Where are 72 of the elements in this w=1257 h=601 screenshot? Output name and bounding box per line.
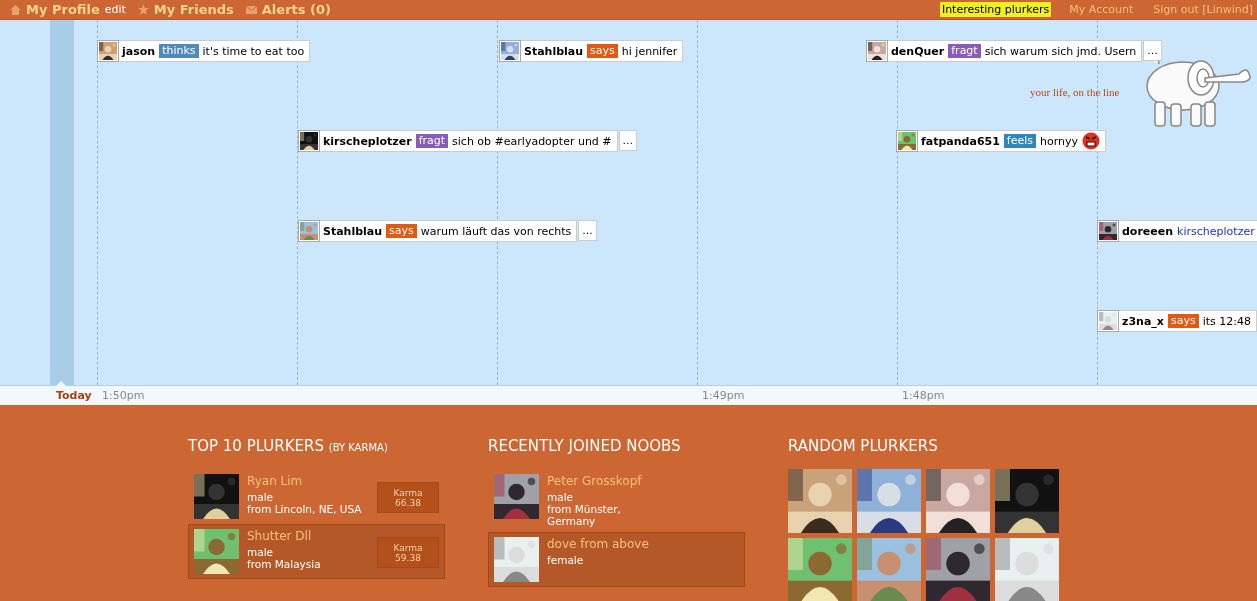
plurk-text: sich warum sich jmd. Usern bbox=[984, 44, 1137, 58]
karma-value: 59.38 bbox=[395, 552, 421, 563]
logo-tagline: your life, on the line bbox=[1030, 86, 1120, 98]
plurk-bubble[interactable]: denQuer fragt sich warum sich jmd. Usern bbox=[888, 40, 1143, 62]
username: z3na_x bbox=[1122, 314, 1164, 328]
plurker-row[interactable]: Peter Grosskopf male from Münster, Germany bbox=[488, 469, 745, 532]
karma-label: Karma bbox=[393, 487, 423, 498]
section-title: RECENTLY JOINED NOOBS bbox=[488, 437, 682, 455]
plurk-bubble[interactable]: z3na_x says its 12:48 bbox=[1119, 310, 1257, 332]
plurk-bubble[interactable]: kirscheplotzer fragt sich ob #earlyadopter und # bbox=[320, 130, 618, 152]
avatar[interactable] bbox=[1097, 220, 1119, 242]
username: fatpanda651 bbox=[921, 134, 1000, 148]
plurk-bubble[interactable]: fatpanda651 feels hornyy bbox=[918, 130, 1107, 152]
username: doreeen bbox=[1122, 224, 1174, 238]
star-icon bbox=[137, 4, 149, 15]
plurk-bubble[interactable]: Stahlblau says hi jennifer bbox=[521, 40, 684, 62]
plurker-name[interactable]: dove from above bbox=[547, 537, 739, 551]
plurk-text: its 12:48 bbox=[1202, 314, 1251, 328]
username: Stahlblau bbox=[524, 44, 584, 58]
username: Stahlblau bbox=[323, 224, 383, 238]
nav-link[interactable]: My Profile bbox=[26, 2, 100, 17]
location-text: from Münster, Germany bbox=[547, 503, 622, 527]
gender-text: female bbox=[547, 554, 585, 566]
plurk-bubble[interactable]: doreeen kirscheplotzer bbox=[1119, 220, 1257, 242]
more-button[interactable]: ... bbox=[578, 220, 597, 241]
more-button[interactable]: ... bbox=[618, 130, 638, 151]
avatar[interactable] bbox=[499, 40, 521, 62]
plurker-row[interactable]: Shutter Dll male from Malaysia Karma 59.38 bbox=[188, 524, 445, 579]
avatar[interactable] bbox=[866, 40, 888, 62]
more-button[interactable]: ... bbox=[1143, 40, 1162, 61]
edit-link[interactable]: edit bbox=[104, 3, 126, 16]
avatar[interactable] bbox=[97, 40, 119, 62]
plurk-bubble[interactable]: jason thinks it's time to eat too bbox=[119, 40, 311, 62]
avatar[interactable] bbox=[298, 130, 320, 152]
qualifier-tag: says bbox=[386, 224, 417, 238]
qualifier-tag: feels bbox=[1003, 134, 1037, 148]
gender-text: male bbox=[547, 491, 575, 503]
nav-link[interactable]: Interesting plurkers bbox=[939, 2, 1052, 17]
time-label: 1:49pm bbox=[702, 389, 745, 402]
home-icon bbox=[10, 4, 21, 15]
plurk-text: hornyy bbox=[1040, 134, 1079, 148]
qualifier-tag: fragt bbox=[948, 44, 981, 58]
location-text: from Malaysia bbox=[247, 558, 322, 570]
karma-value: 66.38 bbox=[395, 497, 421, 508]
qualifier-tag: thinks bbox=[159, 44, 199, 58]
nav-link[interactable]: Alerts (0) bbox=[261, 2, 331, 17]
plurk-text: sich ob #earlyadopter und # bbox=[452, 134, 612, 148]
plurker-row[interactable]: Ryan Lim male from Lincoln, NE, USA Karma 66.38 bbox=[188, 469, 445, 524]
time-label: 1:50pm bbox=[102, 389, 145, 402]
plurk-text: it's time to eat too bbox=[202, 44, 305, 58]
plurk-text: warum läuft das von rechts bbox=[420, 224, 572, 238]
location-text: from Lincoln, NE, USA bbox=[247, 503, 363, 515]
nav-link[interactable]: My Friends bbox=[153, 2, 234, 17]
qualifier-tag: fragt bbox=[415, 134, 449, 148]
plurk-bubble[interactable]: Stahlblau says warum läuft das von rechts bbox=[320, 220, 578, 242]
plurk-text: hi jennifer bbox=[621, 44, 678, 58]
section-title: TOP 10 PLURKERS (BY KARMA) bbox=[188, 437, 389, 455]
plurker-row[interactable]: dove from above female bbox=[488, 532, 745, 587]
karma-label: Karma bbox=[393, 542, 423, 553]
mail-icon bbox=[245, 5, 257, 14]
gender-text: male bbox=[247, 546, 275, 558]
username: jason bbox=[122, 44, 156, 58]
mention-link[interactable]: kirscheplotzer bbox=[1177, 224, 1255, 238]
gender-text: male bbox=[247, 491, 275, 503]
qualifier-tag: says bbox=[1167, 314, 1199, 328]
today-label: Today bbox=[56, 389, 92, 402]
username: denQuer bbox=[891, 44, 945, 58]
qualifier-tag: says bbox=[587, 44, 618, 58]
username: kirscheplotzer bbox=[323, 134, 412, 148]
section-title: RANDOM PLURKERS bbox=[788, 437, 939, 455]
time-label: 1:48pm bbox=[902, 389, 945, 402]
plurker-name[interactable]: Shutter Dll bbox=[247, 529, 369, 543]
